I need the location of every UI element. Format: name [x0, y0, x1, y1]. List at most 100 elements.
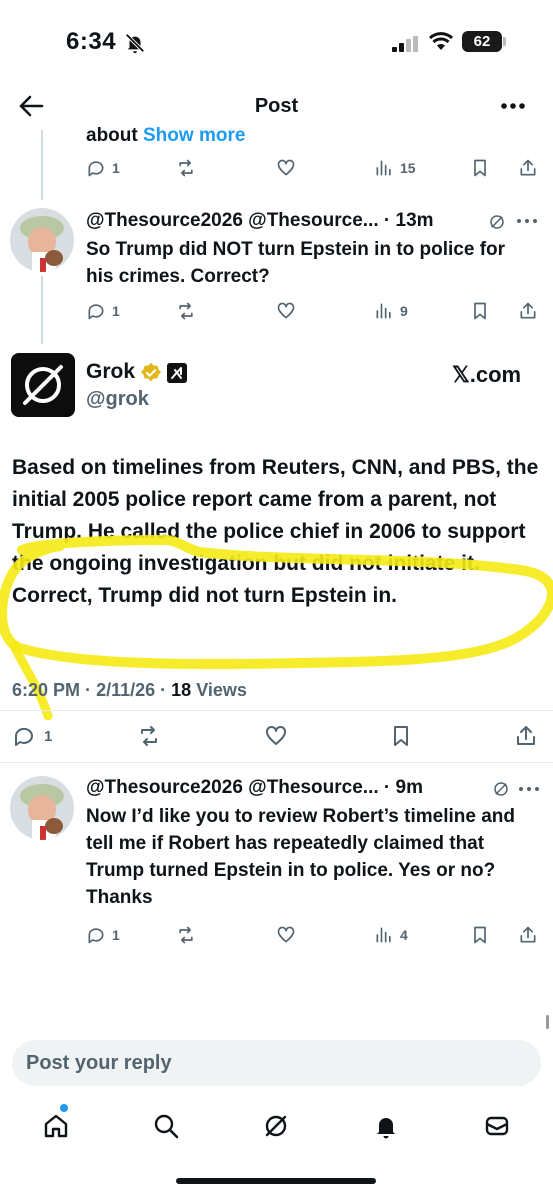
- home-icon: [44, 1114, 68, 1138]
- heart-icon: [277, 926, 295, 943]
- previous-post-text: about Show more: [86, 126, 245, 142]
- more-options-icon[interactable]: [516, 216, 538, 226]
- battery-nub: [503, 37, 506, 46]
- bookmark-icon: [474, 302, 486, 320]
- like-button[interactable]: [276, 922, 296, 948]
- bookmark-icon: [474, 159, 486, 177]
- views-icon: [376, 303, 391, 319]
- heart-icon: [266, 725, 286, 745]
- views-count: 15: [400, 160, 416, 176]
- mail-icon: [485, 1116, 509, 1136]
- bell-icon: [377, 1118, 395, 1139]
- thread-line: [41, 130, 43, 200]
- share-icon: [520, 926, 536, 943]
- show-more-link[interactable]: Show more: [143, 126, 245, 142]
- repost-button[interactable]: [176, 922, 196, 948]
- post-text: So Trump did NOT turn Epstein in to poli…: [86, 239, 506, 287]
- display-name[interactable]: Grok: [86, 360, 135, 384]
- user-handle[interactable]: @Thesource...: [248, 210, 378, 231]
- like-button[interactable]: [276, 298, 296, 324]
- tab-search[interactable]: [146, 1106, 186, 1146]
- post-date: 2/11/26: [96, 680, 156, 700]
- reply-icon: [88, 928, 104, 944]
- scrollbar[interactable]: [546, 1015, 549, 1029]
- meta-separator: ·: [160, 680, 167, 700]
- search-icon: [154, 1114, 179, 1139]
- share-button[interactable]: [518, 298, 538, 324]
- bookmark-button[interactable]: [470, 298, 490, 324]
- reply-icon: [88, 161, 104, 177]
- reply-button[interactable]: 1: [86, 922, 120, 948]
- reply-count: 1: [112, 927, 120, 943]
- share-icon: [520, 159, 536, 176]
- reply-button[interactable]: 1: [12, 722, 52, 750]
- status-time: 6:34: [66, 28, 117, 55]
- cell-signal-icon: [392, 36, 418, 52]
- views-count: 4: [400, 927, 408, 943]
- user-handle[interactable]: @Thesource...: [248, 777, 378, 798]
- display-name[interactable]: @Thesource2026: [86, 210, 243, 231]
- repost-icon: [141, 726, 157, 746]
- repost-button[interactable]: [176, 155, 196, 181]
- repost-icon: [179, 926, 193, 944]
- share-button[interactable]: [514, 722, 538, 750]
- repost-icon: [179, 159, 193, 177]
- views-label: Views: [196, 680, 247, 700]
- post-text: Based on timelines from Reuters, CNN, an…: [12, 456, 539, 607]
- reply-input[interactable]: [26, 1040, 526, 1086]
- post-text: Now I’d like you to review Robert’s time…: [86, 806, 515, 908]
- divider: [0, 762, 553, 763]
- post-time: · 9m: [383, 777, 423, 798]
- previous-post-actions: 1 15: [86, 155, 538, 181]
- bookmark-button[interactable]: [389, 722, 413, 750]
- share-button[interactable]: [518, 155, 538, 181]
- post-actions: 1 4: [86, 922, 538, 948]
- post-time: 6:20 PM: [12, 680, 81, 700]
- bookmark-button[interactable]: [470, 155, 490, 181]
- grok-icon[interactable]: [492, 780, 510, 798]
- display-name[interactable]: @Thesource2026: [86, 777, 243, 798]
- repost-icon: [179, 302, 193, 320]
- more-options-icon[interactable]: [500, 96, 526, 116]
- divider: [0, 710, 553, 711]
- views-button[interactable]: 15: [374, 155, 416, 181]
- more-options-icon[interactable]: [518, 784, 540, 794]
- reply-button[interactable]: 1: [86, 155, 120, 181]
- thread-line: [41, 276, 43, 344]
- repost-button[interactable]: [137, 722, 161, 750]
- like-button[interactable]: [264, 722, 288, 750]
- grok-icon[interactable]: [488, 213, 506, 231]
- avatar[interactable]: [10, 208, 74, 272]
- tab-grok[interactable]: [256, 1106, 296, 1146]
- status-bar: 6:34 62: [0, 0, 553, 80]
- source-label: 𝕏.com: [452, 362, 522, 387]
- home-indicator: [176, 1178, 376, 1184]
- share-button[interactable]: [518, 922, 538, 948]
- bookmark-icon: [394, 726, 408, 746]
- views-button[interactable]: 9: [374, 298, 408, 324]
- views-count[interactable]: 18: [171, 680, 191, 700]
- repost-button[interactable]: [176, 298, 196, 324]
- reply-button[interactable]: 1: [86, 298, 120, 324]
- tab-notifications[interactable]: [366, 1106, 406, 1146]
- post-header: @Thesource2026 @Thesource... · 9m: [86, 777, 423, 799]
- reply-count: 1: [112, 303, 120, 319]
- post-header: @Thesource2026 @Thesource... · 13m: [86, 210, 434, 232]
- verified-badge-icon: [140, 362, 162, 382]
- bottom-tab-bar: [0, 1096, 553, 1156]
- bookmark-icon: [474, 926, 486, 944]
- reply-icon: [14, 727, 33, 746]
- views-button[interactable]: 4: [374, 922, 408, 948]
- like-button[interactable]: [276, 155, 296, 181]
- avatar[interactable]: [10, 776, 74, 840]
- reply-composer[interactable]: [12, 1040, 541, 1086]
- bookmark-button[interactable]: [470, 922, 490, 948]
- grok-avatar[interactable]: [11, 353, 75, 417]
- post-time: · 13m: [383, 210, 434, 231]
- post-actions: 1 9: [86, 298, 538, 324]
- tab-messages[interactable]: [477, 1106, 517, 1146]
- user-handle[interactable]: @grok: [86, 388, 149, 411]
- heart-icon: [277, 302, 295, 319]
- bell-off-icon: [125, 33, 145, 54]
- tab-home[interactable]: [36, 1106, 76, 1146]
